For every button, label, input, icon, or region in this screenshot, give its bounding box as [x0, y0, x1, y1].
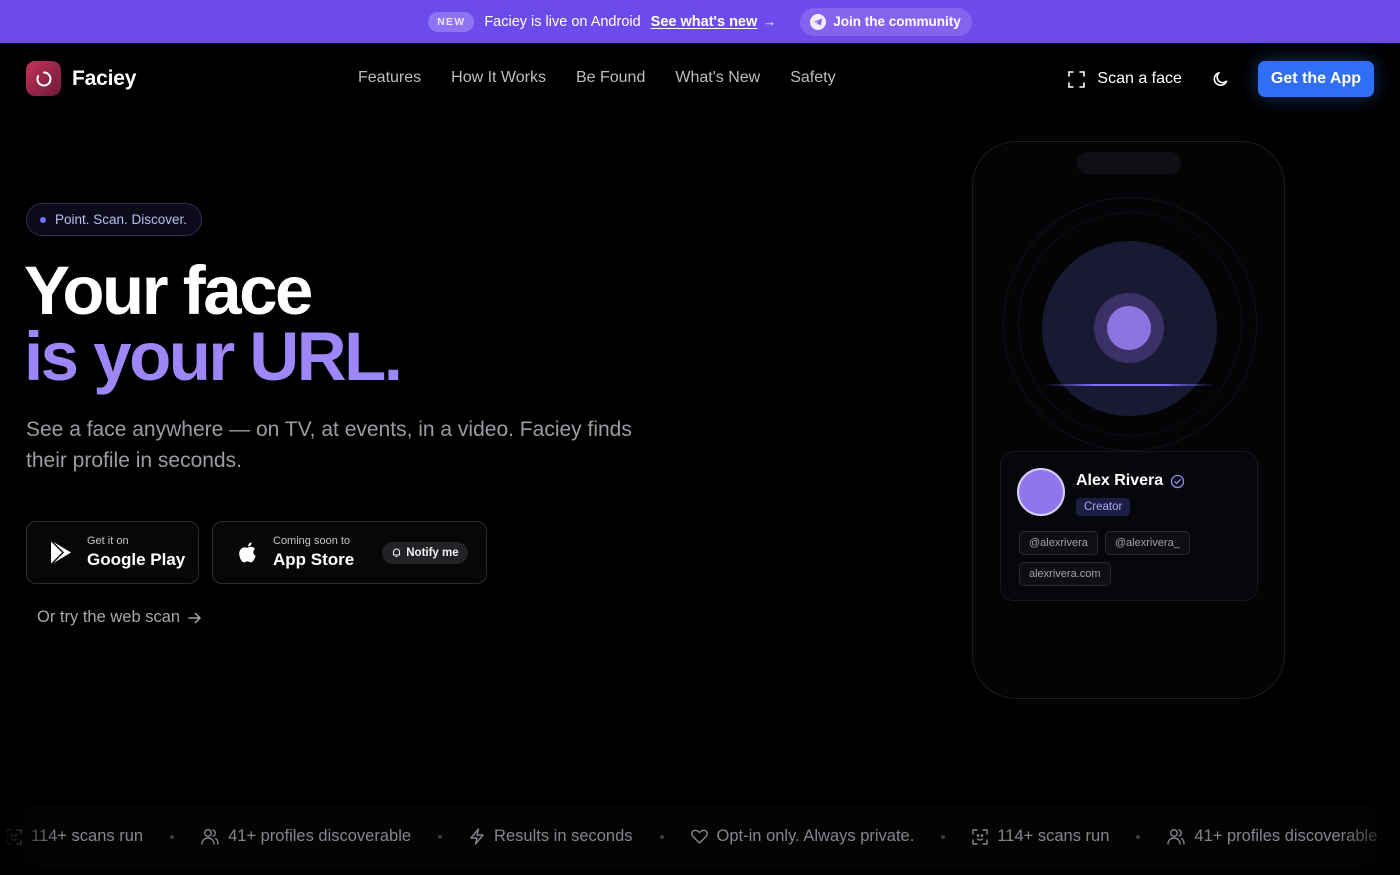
- nav-link-whats-new[interactable]: What's New: [675, 69, 760, 87]
- brand-name: Faciey: [72, 66, 137, 90]
- phone-mockup: Alex Rivera Creator @alexrivera @alexriv…: [972, 141, 1285, 699]
- ticker-item: Results in seconds: [469, 827, 633, 846]
- ticker-text: Opt-in only. Always private.: [716, 827, 915, 845]
- profile-tag[interactable]: @alexrivera_: [1104, 531, 1190, 555]
- app-store-small-text: Coming soon to: [273, 535, 351, 547]
- app-store-button[interactable]: Coming soon to App Store Notify me: [212, 521, 487, 584]
- ticker-separator: [1136, 834, 1141, 839]
- announcement-text: Faciey is live on Android: [484, 13, 641, 30]
- heart-icon: [690, 829, 708, 844]
- scan-frame-icon: [1068, 70, 1086, 88]
- google-play-button[interactable]: Get it on Google Play: [26, 521, 199, 584]
- google-play-icon: [49, 539, 73, 566]
- arrow-right-icon: →: [763, 14, 777, 29]
- ticker-separator: [170, 834, 175, 839]
- notify-me-label: Notify me: [406, 546, 459, 559]
- profile-tag[interactable]: @alexrivera: [1019, 531, 1098, 555]
- nav-link-features[interactable]: Features: [358, 69, 421, 87]
- scan-line: [1045, 384, 1214, 386]
- nav-link-how-it-works[interactable]: How It Works: [451, 69, 546, 87]
- hero-headline: Your face is your URL.: [24, 252, 403, 395]
- web-scan-link[interactable]: Or try the web scan: [37, 608, 202, 627]
- profile-name-row: Alex Rivera: [1076, 472, 1185, 490]
- google-play-small-text: Get it on: [87, 535, 129, 547]
- profile-card: Alex Rivera Creator @alexrivera @alexriv…: [1000, 451, 1258, 601]
- ticker-separator: [941, 834, 946, 839]
- hero-subtitle: See a face anywhere — on TV, at events, …: [26, 418, 632, 472]
- app-store-big-text: App Store: [273, 550, 355, 569]
- apple-icon: [237, 541, 259, 565]
- profile-tags: @alexrivera @alexrivera_ alexrivera.com: [1019, 531, 1249, 586]
- bolt-icon: [469, 828, 485, 845]
- ticker-track: 114+ scans run 41+ profiles discoverable…: [4, 827, 1377, 846]
- logo-mark-icon: [26, 61, 61, 96]
- scan-icon: [972, 828, 989, 845]
- announcement-bar: NEW Faciey is live on Android See what's…: [0, 0, 1400, 43]
- avatar: [1017, 468, 1065, 516]
- top-nav: Faciey Features How It Works Be Found Wh…: [0, 44, 1400, 112]
- ticker-fade-right: [1340, 805, 1400, 870]
- hero-eyebrow-pill: Point. Scan. Discover.: [26, 203, 203, 236]
- headline-line-1: Your face: [24, 252, 313, 329]
- phone-notch: [1077, 152, 1181, 174]
- community-label: Join the community: [833, 14, 961, 29]
- ticker-text: 41+ profiles discoverable: [228, 827, 412, 845]
- headline-line-2: is your URL.: [24, 318, 403, 395]
- nav-link-be-found[interactable]: Be Found: [576, 69, 645, 87]
- web-scan-label: Or try the web scan: [37, 608, 181, 626]
- scan-a-face-label: Scan a face: [1097, 70, 1182, 87]
- theme-toggle-moon-icon[interactable]: [1212, 70, 1230, 88]
- ticker-text: Results in seconds: [494, 827, 633, 845]
- ticker-separator: [659, 834, 664, 839]
- nav-links: Features How It Works Be Found What's Ne…: [358, 69, 836, 87]
- join-community-button[interactable]: Join the community: [800, 7, 972, 36]
- telegram-icon: [810, 13, 827, 30]
- ticker-separator: [438, 834, 443, 839]
- ticker-fade-left: [0, 805, 60, 870]
- ticker-item: 41+ profiles discoverable: [201, 827, 411, 846]
- eyebrow-dot: [40, 216, 46, 223]
- get-the-app-button[interactable]: Get the App: [1257, 61, 1374, 97]
- creator-badge: Creator: [1076, 498, 1131, 516]
- profile-tag[interactable]: alexrivera.com: [1019, 562, 1111, 586]
- stats-ticker: 114+ scans run 41+ profiles discoverable…: [0, 805, 1400, 870]
- new-badge: NEW: [428, 11, 475, 32]
- face-target-inner: [1107, 306, 1151, 350]
- bell-icon: [391, 547, 402, 558]
- scan-a-face-button[interactable]: Scan a face: [1068, 70, 1182, 88]
- arrow-right-icon: [188, 612, 202, 624]
- nav-actions: Scan a face Get the App: [1068, 61, 1374, 97]
- profile-name: Alex Rivera: [1076, 472, 1164, 489]
- nav-link-safety[interactable]: Safety: [790, 69, 835, 87]
- google-play-big-text: Google Play: [87, 550, 186, 569]
- verified-badge-icon: [1170, 474, 1185, 489]
- ticker-item: 114+ scans run: [972, 827, 1109, 846]
- whats-new-link[interactable]: See what's new: [651, 14, 758, 30]
- ticker-item: Opt-in only. Always private.: [690, 827, 915, 846]
- users-icon: [201, 828, 219, 845]
- notify-me-button[interactable]: Notify me: [382, 541, 468, 564]
- eyebrow-label: Point. Scan. Discover.: [55, 212, 188, 227]
- users-icon: [1167, 828, 1186, 845]
- ticker-text: 114+ scans run: [997, 827, 1110, 845]
- brand-logo[interactable]: Faciey: [26, 61, 136, 96]
